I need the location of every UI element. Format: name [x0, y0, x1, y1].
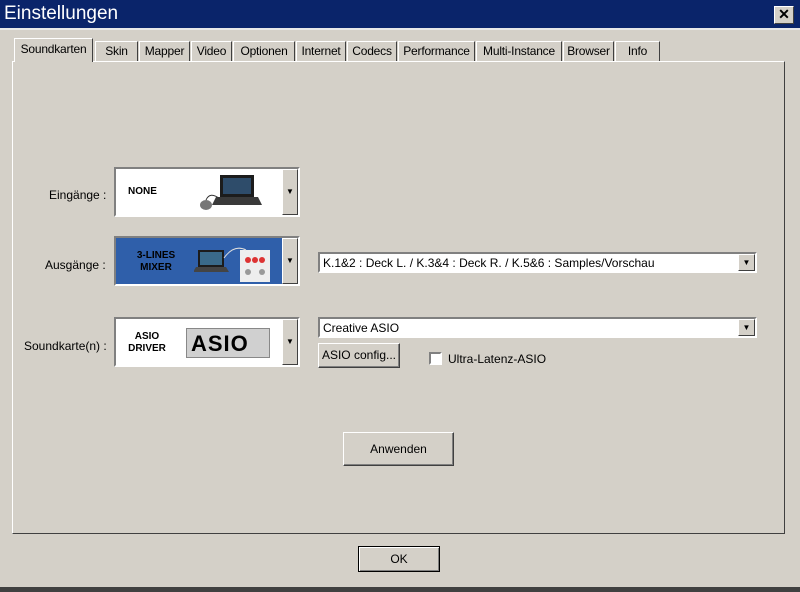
soundcard-label: Soundkarte(n) : [24, 339, 107, 353]
inputs-dropdown-icon[interactable]: ▼ [282, 169, 298, 215]
ultra-latency-label: Ultra-Latenz-ASIO [448, 352, 547, 366]
ultra-latency-checkbox[interactable] [429, 352, 442, 365]
tab-skin[interactable]: Skin [95, 41, 138, 61]
tab-soundkarten[interactable]: Soundkarten [14, 38, 93, 62]
inputs-image-text: NONE [128, 186, 157, 197]
output-routing-combo[interactable]: K.1&2 : Deck L. / K.3&4 : Deck R. / K.5&… [318, 252, 757, 273]
tab-multi-instance[interactable]: Multi-Instance [476, 41, 562, 61]
asio-config-button[interactable]: ASIO config... [318, 343, 400, 368]
laptop-icon [200, 175, 262, 210]
inputs-label: Eingänge : [49, 188, 107, 202]
bottom-edge [0, 587, 800, 592]
ok-button[interactable]: OK [358, 546, 440, 572]
tab-info[interactable]: Info [615, 41, 660, 61]
asio-logo: ASIO [186, 328, 270, 358]
tab-optionen[interactable]: Optionen [233, 41, 295, 61]
tab-performance[interactable]: Performance [398, 41, 475, 61]
close-button[interactable]: ✕ [774, 6, 794, 24]
asio-logo-text: ASIO [191, 331, 249, 356]
outputs-label: Ausgänge : [45, 258, 106, 272]
outputs-image-text-2: MIXER [140, 262, 172, 273]
outputs-dropdown-icon[interactable]: ▼ [282, 238, 298, 284]
tab-codecs[interactable]: Codecs [347, 41, 397, 61]
tab-browser[interactable]: Browser [563, 41, 614, 61]
soundcard-selector[interactable]: ASIO DRIVER ASIO ▼ [114, 317, 300, 367]
outputs-selector[interactable]: 3-LINES MIXER ▼ [114, 236, 300, 286]
window-title: Einstellungen [4, 3, 119, 24]
title-bar: Einstellungen ✕ [0, 0, 800, 30]
tab-mapper[interactable]: Mapper [139, 41, 190, 61]
tab-video[interactable]: Video [191, 41, 232, 61]
soundcard-driver-value: Creative ASIO [323, 321, 400, 335]
mixer-icon [194, 247, 270, 282]
tab-internet[interactable]: Internet [296, 41, 346, 61]
soundcard-driver-combo[interactable]: Creative ASIO ▼ [318, 317, 757, 338]
output-routing-value: K.1&2 : Deck L. / K.3&4 : Deck R. / K.5&… [323, 256, 655, 270]
soundcard-dropdown-icon[interactable]: ▼ [282, 319, 298, 365]
apply-button[interactable]: Anwenden [343, 432, 454, 466]
inputs-selector[interactable]: NONE ▼ [114, 167, 300, 217]
output-routing-dropdown-icon[interactable]: ▼ [738, 254, 755, 271]
settings-panel: Eingänge : NONE ▼ Ausgänge : 3-LINES MIX… [12, 61, 785, 534]
soundcard-driver-dropdown-icon[interactable]: ▼ [738, 319, 755, 336]
soundcard-image-text-2: DRIVER [128, 343, 166, 354]
outputs-image-text-1: 3-LINES [136, 250, 176, 261]
soundcard-image-text-1: ASIO [134, 331, 160, 342]
